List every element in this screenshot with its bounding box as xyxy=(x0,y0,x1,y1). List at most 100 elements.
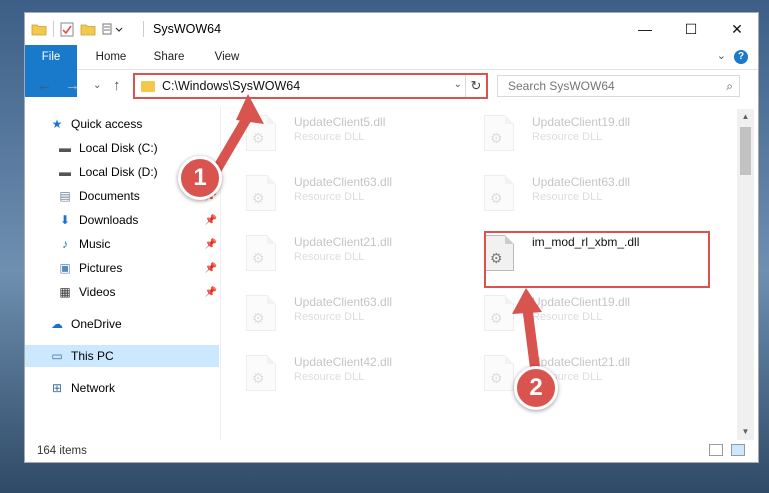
file-type: Resource DLL xyxy=(532,131,603,143)
dll-file-icon: ⚙ xyxy=(246,355,276,391)
toolbar-separator xyxy=(53,21,54,37)
pin-icon[interactable]: 📌 xyxy=(205,263,217,274)
dll-file-icon: ⚙ xyxy=(484,115,514,151)
forward-button[interactable]: → xyxy=(65,77,80,94)
this-pc-icon: ▭ xyxy=(51,349,63,363)
close-button[interactable]: ✕ xyxy=(714,13,758,45)
gear-icon: ⚙ xyxy=(252,190,265,206)
maximize-button[interactable]: ☐ xyxy=(668,13,714,45)
sidebar-item-label: Videos xyxy=(79,285,116,299)
help-icon[interactable]: ? xyxy=(734,50,748,64)
file-name: UpdateClient19.dll xyxy=(532,295,631,309)
status-bar: 164 items xyxy=(25,440,758,462)
file-item[interactable]: ⚙ UpdateClient19.dll Resource DLL xyxy=(468,109,694,161)
sidebar-item-label: OneDrive xyxy=(71,317,122,331)
search-icon[interactable]: ⌕ xyxy=(726,79,733,94)
search-input[interactable] xyxy=(506,78,720,94)
gear-icon: ⚙ xyxy=(252,370,265,386)
search-box[interactable]: ⌕ xyxy=(497,75,740,97)
pin-icon[interactable]: 📌 xyxy=(205,215,217,226)
back-button[interactable]: ← xyxy=(37,77,52,94)
file-item[interactable]: ⚙ UpdateClient63.dll Resource DLL xyxy=(230,289,456,341)
sidebar-item-label: This PC xyxy=(71,349,114,363)
file-type: Resource DLL xyxy=(294,131,365,143)
tab-share[interactable]: Share xyxy=(143,45,195,69)
tab-home[interactable]: Home xyxy=(85,45,137,69)
documents-icon: ▤ xyxy=(59,189,71,203)
file-name: UpdateClient21.dll xyxy=(532,355,631,369)
sidebar-item-this-pc[interactable]: ▭ This PC xyxy=(25,345,219,367)
title-separator xyxy=(143,21,144,37)
navigation-bar: ← → ⌄ ↑ C:\Windows\SysWOW64 ⌄ ↻ ⌕ xyxy=(25,70,758,104)
title-bar: SysWOW64 — ☐ ✕ xyxy=(25,13,758,45)
file-item[interactable]: ⚙ UpdateClient5.dll Resource DLL xyxy=(230,109,456,161)
address-path[interactable]: C:\Windows\SysWOW64 xyxy=(162,79,300,93)
dll-file-icon: ⚙ xyxy=(246,175,276,211)
refresh-button[interactable]: ↻ xyxy=(465,75,486,97)
file-name: UpdateClient5.dll xyxy=(294,115,386,129)
file-name: UpdateClient19.dll xyxy=(532,115,631,129)
gear-icon: ⚙ xyxy=(490,190,503,206)
sidebar-item-quick-access[interactable]: ★ Quick access xyxy=(25,113,219,135)
step-1-badge: 1 xyxy=(178,156,222,200)
sidebar-item-onedrive[interactable]: ☁ OneDrive xyxy=(25,313,219,335)
ribbon-collapse-icon[interactable]: ⌄ xyxy=(717,49,726,62)
dll-file-icon: ⚙ xyxy=(246,235,276,271)
file-name: UpdateClient63.dll xyxy=(532,175,631,189)
address-dropdown-icon[interactable]: ⌄ xyxy=(454,79,462,90)
sidebar-item-label: Documents xyxy=(79,189,140,203)
file-type: Resource DLL xyxy=(532,311,603,323)
file-item[interactable]: ⚙ UpdateClient63.dll Resource DLL xyxy=(468,169,694,221)
large-icons-view-icon[interactable] xyxy=(731,444,745,456)
folder-icon[interactable] xyxy=(31,22,47,36)
pane-divider[interactable] xyxy=(220,107,221,440)
dll-file-icon: ⚙ xyxy=(246,115,276,151)
properties-icon[interactable] xyxy=(60,22,74,37)
sidebar-item-downloads[interactable]: ⬇ Downloads 📌 xyxy=(25,209,219,231)
sidebar-item-network[interactable]: ⊞ Network xyxy=(25,377,219,399)
sidebar-item-music[interactable]: ♪ Music 📌 xyxy=(25,233,219,255)
vertical-scrollbar[interactable]: ▲ ▼ xyxy=(737,109,754,440)
sidebar-item-local-disk-c[interactable]: ▬ Local Disk (C:) xyxy=(25,137,219,159)
gear-icon: ⚙ xyxy=(490,370,503,386)
sidebar-item-label: Pictures xyxy=(79,261,123,275)
minimize-button[interactable]: — xyxy=(622,13,668,45)
file-name: UpdateClient63.dll xyxy=(294,295,393,309)
new-folder-icon[interactable] xyxy=(80,22,96,36)
sidebar-item-label: Local Disk (D:) xyxy=(79,165,158,179)
network-icon: ⊞ xyxy=(51,381,63,395)
details-view-icon[interactable] xyxy=(709,444,723,456)
drive-icon: ▬ xyxy=(59,141,71,155)
sidebar-item-label: Quick access xyxy=(71,117,143,131)
scroll-up-arrow-icon[interactable]: ▲ xyxy=(737,109,754,125)
pin-icon[interactable]: 📌 xyxy=(205,239,217,250)
item-count: 164 items xyxy=(37,445,87,457)
file-item[interactable]: ⚙ UpdateClient21.dll Resource DLL xyxy=(230,229,456,281)
pictures-icon: ▣ xyxy=(59,261,71,275)
address-bar[interactable]: C:\Windows\SysWOW64 ⌄ ↻ xyxy=(133,73,488,99)
scroll-thumb[interactable] xyxy=(740,127,751,175)
file-name: UpdateClient21.dll xyxy=(294,235,393,249)
file-type: Resource DLL xyxy=(294,371,365,383)
recent-locations-button[interactable]: ⌄ xyxy=(93,80,101,91)
file-item[interactable]: ⚙ UpdateClient42.dll Resource DLL xyxy=(230,349,456,401)
customize-toolbar-icon[interactable] xyxy=(102,22,124,36)
file-item[interactable]: ⚙ UpdateClient19.dll Resource DLL xyxy=(468,289,694,341)
sidebar-item-pictures[interactable]: ▣ Pictures 📌 xyxy=(25,257,219,279)
sidebar-item-label: Network xyxy=(71,381,116,395)
file-type: Resource DLL xyxy=(294,191,365,203)
music-icon: ♪ xyxy=(62,237,68,251)
sidebar-item-videos[interactable]: ▦ Videos 📌 xyxy=(25,281,219,303)
file-type: Resource DLL xyxy=(294,251,365,263)
file-item[interactable]: ⚙ UpdateClient21.dll Resource DLL xyxy=(468,349,694,401)
tab-view[interactable]: View xyxy=(201,45,253,69)
dll-file-icon: ⚙ xyxy=(484,355,514,391)
target-file-highlight xyxy=(484,231,710,288)
pin-icon[interactable]: 📌 xyxy=(205,287,217,298)
scroll-down-arrow-icon[interactable]: ▼ xyxy=(737,424,754,440)
file-item[interactable]: ⚙ UpdateClient63.dll Resource DLL xyxy=(230,169,456,221)
sidebar-item-label: Local Disk (C:) xyxy=(79,141,158,155)
gear-icon: ⚙ xyxy=(252,130,265,146)
up-button[interactable]: ↑ xyxy=(113,77,121,94)
step-2-badge: 2 xyxy=(514,366,558,410)
